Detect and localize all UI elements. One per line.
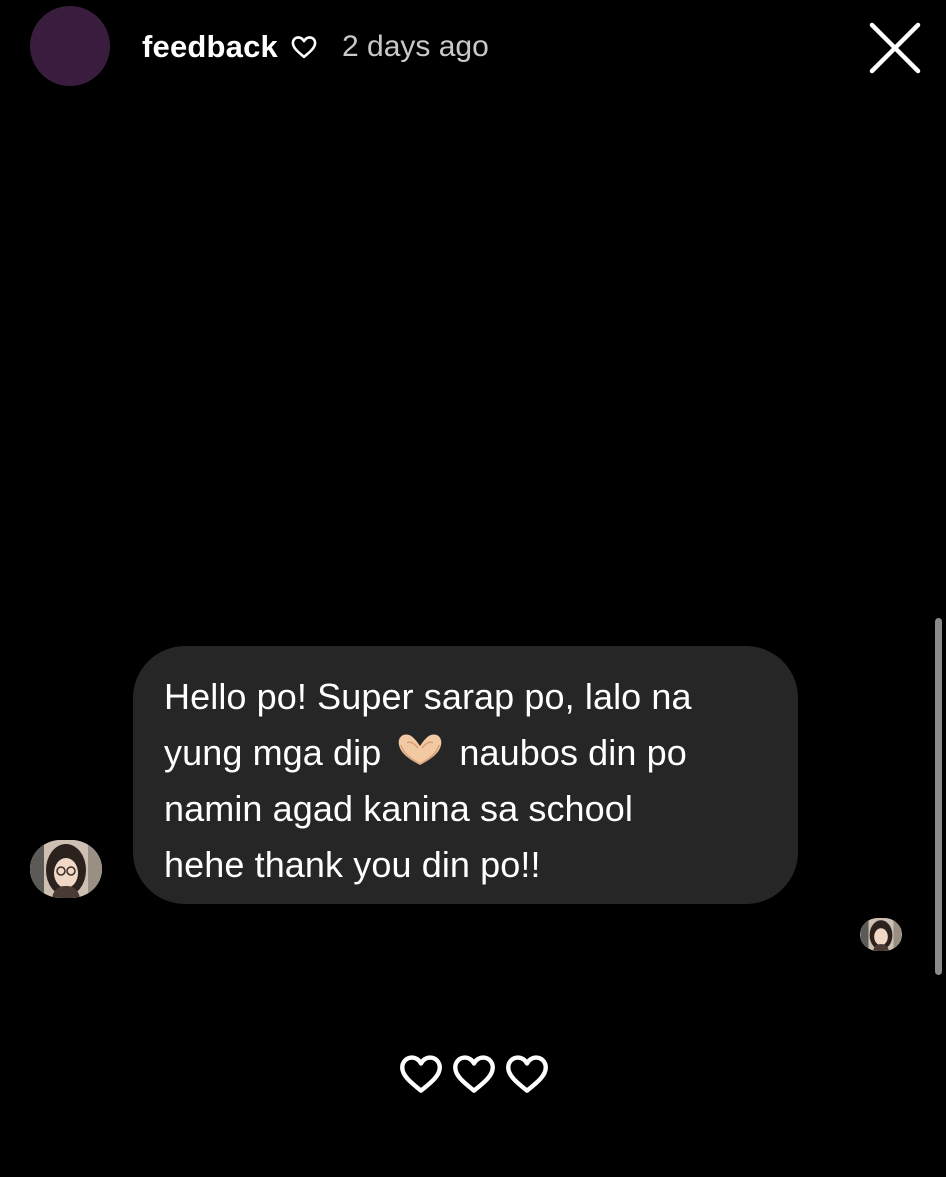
story-avatar[interactable] (30, 6, 110, 86)
message-text-line: hehe thank you din po!! (164, 844, 541, 885)
heart-reaction-button[interactable] (451, 1052, 497, 1096)
heart-reaction-button[interactable] (398, 1052, 444, 1096)
message-text-line: namin agad kanina sa school (164, 788, 634, 829)
reaction-bar (398, 1052, 550, 1098)
heart-reaction-button[interactable] (504, 1052, 550, 1096)
heart-outline-icon (453, 1055, 495, 1093)
seen-by-avatar (860, 918, 902, 951)
message-bubble[interactable]: Hello po! Super sarap po, lalo na yung m… (133, 646, 798, 904)
heart-outline-icon (506, 1055, 548, 1093)
close-button[interactable] (866, 19, 924, 77)
scrollbar[interactable] (935, 618, 942, 975)
heart-hands-emoji-icon (393, 731, 447, 771)
message-text-segment: naubos din po (459, 732, 687, 773)
close-icon (869, 22, 921, 74)
heart-outline-icon (400, 1055, 442, 1093)
sender-avatar[interactable] (30, 840, 102, 898)
message-text-line-with-emoji: yung mga dip naubos din po (164, 725, 768, 781)
message-text-segment: yung mga dip (164, 732, 382, 773)
heart-outline-icon (290, 33, 318, 61)
story-timestamp: 2 days ago (342, 30, 489, 63)
message-text-line: Hello po! Super sarap po, lalo na (164, 676, 692, 717)
story-title[interactable]: feedback (142, 29, 278, 65)
story-header: feedback 2 days ago (142, 26, 489, 68)
